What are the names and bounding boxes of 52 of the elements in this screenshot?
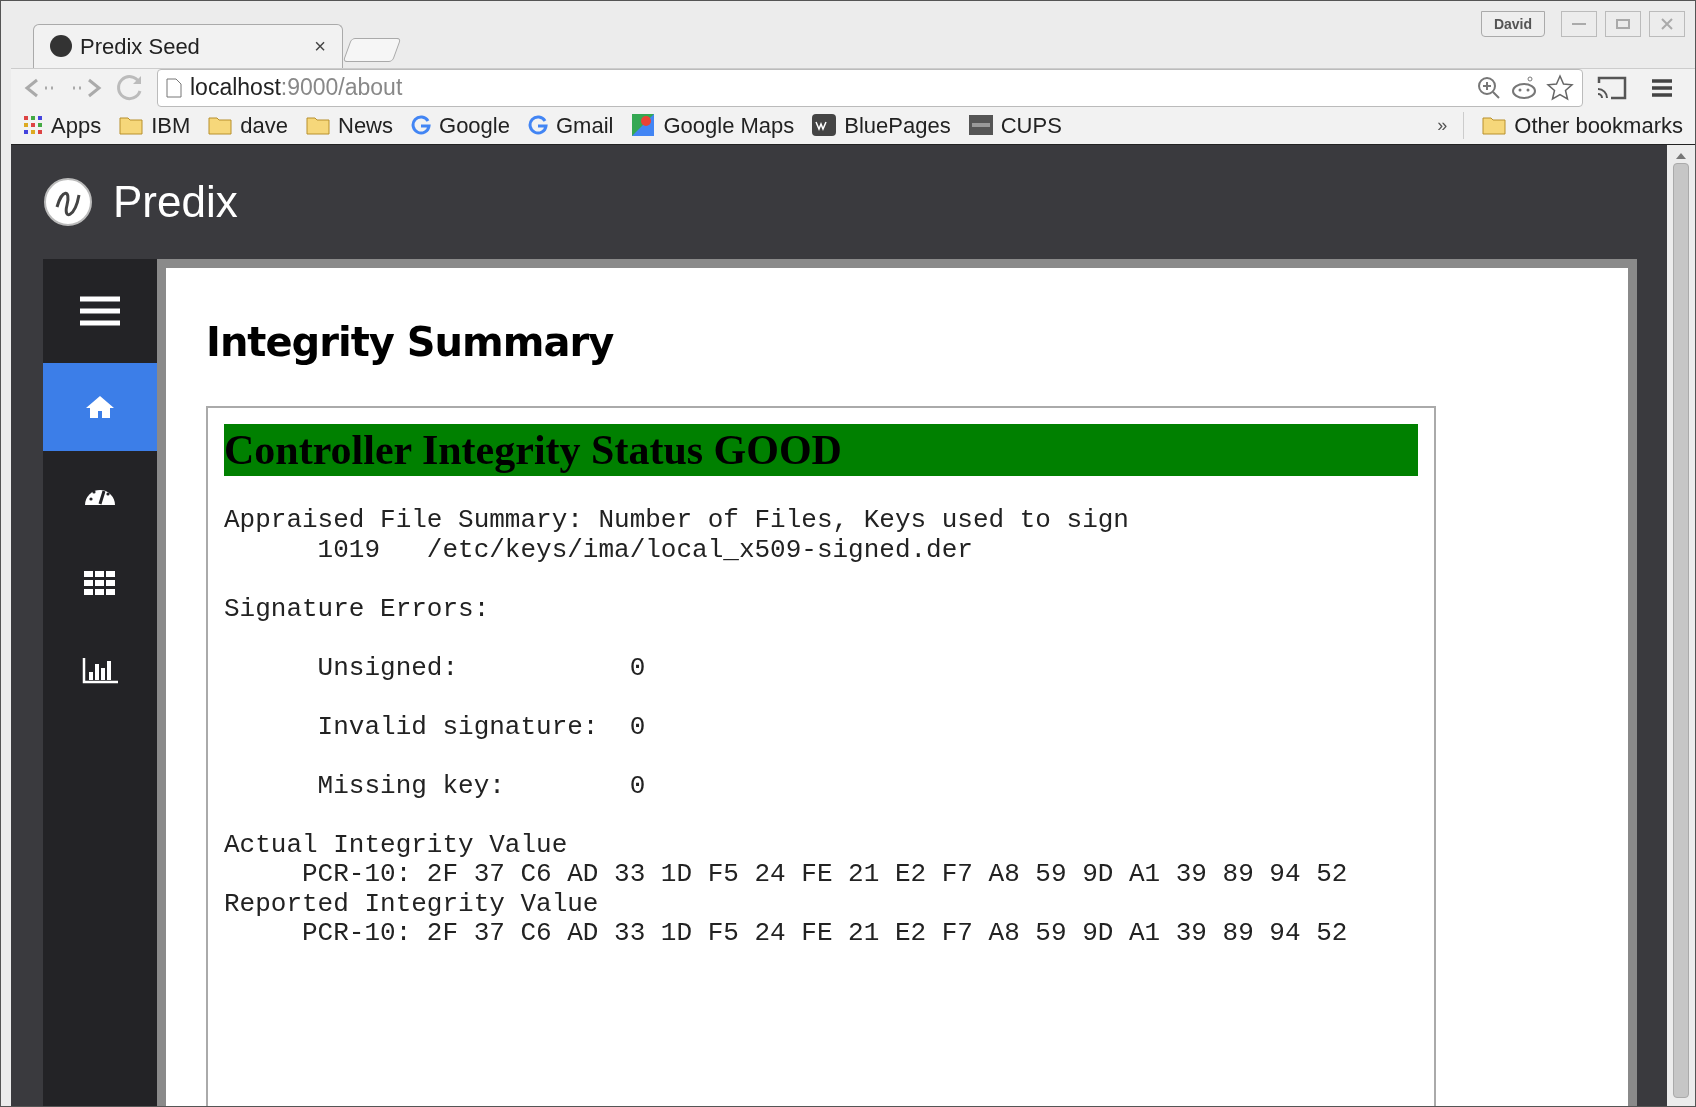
star-icon[interactable]	[1546, 73, 1574, 102]
close-tab-button[interactable]: ×	[314, 31, 326, 62]
cast-icon[interactable]	[1595, 74, 1629, 101]
zoom-icon[interactable]	[1476, 74, 1502, 101]
bookmark[interactable]: News	[306, 108, 393, 142]
app-brand: Predix	[113, 176, 238, 228]
more-bookmarks-button[interactable]: »	[1437, 111, 1465, 139]
w3-icon	[812, 114, 837, 137]
bookmark[interactable]: CUPS	[968, 108, 1062, 142]
address-bar[interactable]: localhost:9000/about	[157, 68, 1583, 107]
grid-icon	[84, 571, 116, 595]
bookmark[interactable]: Google Maps	[631, 108, 795, 142]
page-icon	[166, 77, 182, 98]
folder-icon	[1482, 115, 1507, 136]
status-banner: Controller Integrity Status GOOD	[224, 424, 1418, 476]
bookmark[interactable]: Gmail	[527, 108, 614, 142]
bookmark[interactable]: BluePages	[812, 108, 951, 142]
google-icon	[411, 115, 431, 136]
profile-button[interactable]: David	[1480, 11, 1545, 37]
page-title: Integrity Summary	[206, 318, 615, 367]
folder-icon	[208, 115, 233, 136]
report-line: Reported Integrity Value	[224, 889, 600, 919]
report-line: Missing key: 0	[316, 771, 647, 801]
bookmark[interactable]: Google	[411, 108, 510, 142]
bookmark[interactable]: Apps	[23, 108, 102, 142]
bookmark[interactable]: dave	[208, 108, 288, 142]
report-line: Unsigned: 0	[316, 653, 647, 683]
scroll-up-icon[interactable]	[1676, 153, 1686, 159]
report-line: 1019 /etc/keys/ima/local_x509-signed.der	[316, 535, 974, 565]
report-line: Appraised File Summary: Number of Files, Keys used to sign	[224, 506, 1130, 536]
printer-icon	[968, 115, 993, 136]
url-path: :9000/about	[280, 74, 403, 101]
scrollbar[interactable]	[1667, 145, 1695, 1106]
bookmark[interactable]: Other bookmarks	[1482, 108, 1683, 142]
report-line: PCR-10: 2F 37 C6 AD 33 1D F5 24 FE 21 E2 F7 A8 59 9D A1 39 89 94 52	[301, 919, 1349, 949]
bookmark[interactable]: IBM	[119, 108, 191, 142]
bar-chart-icon	[82, 658, 118, 684]
browser-tab[interactable]: Predix Seed ×	[33, 23, 343, 68]
map-icon	[631, 113, 656, 138]
report-line: Invalid signature: 0	[316, 712, 647, 742]
folder-icon	[119, 115, 144, 136]
google-icon	[527, 115, 548, 136]
report-line: Actual Integrity Value	[224, 830, 569, 860]
report-line: PCR-10: 2F 37 C6 AD 33 1D F5 24 FE 21 E2 F7 A8 59 9D A1 39 89 94 52	[301, 860, 1349, 890]
menu-icon	[80, 296, 120, 326]
tab-title: Predix Seed	[80, 32, 200, 61]
report-line: Signature Errors:	[224, 594, 491, 624]
apps-grid-icon	[23, 115, 43, 136]
folder-icon	[306, 115, 330, 136]
new-tab-button[interactable]	[342, 37, 402, 62]
home-icon	[85, 395, 115, 419]
url-host: localhost	[190, 74, 281, 101]
